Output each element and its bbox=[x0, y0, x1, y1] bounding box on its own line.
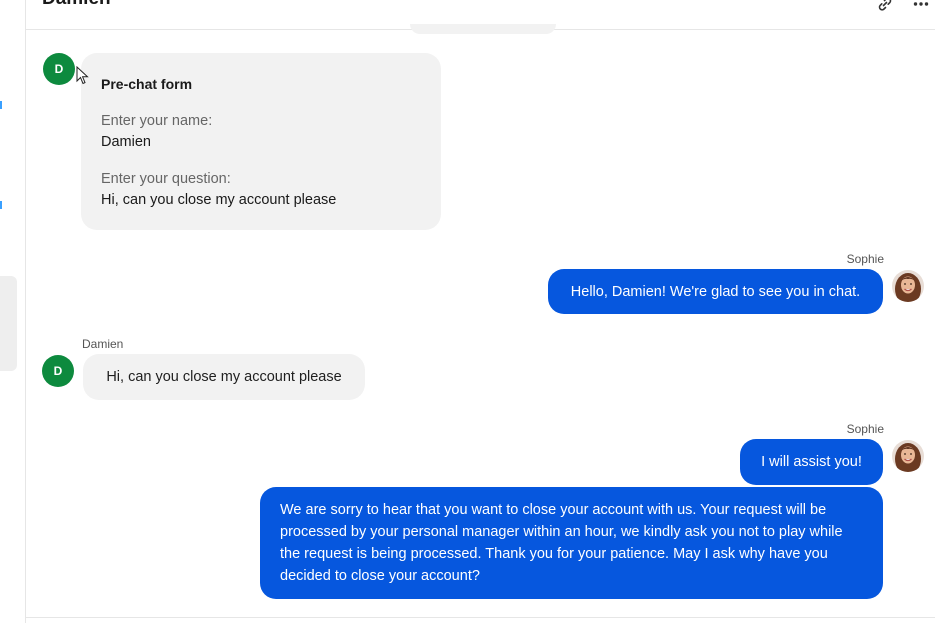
question-value: Hi, can you close my account please bbox=[101, 192, 337, 208]
agent-avatar bbox=[892, 270, 924, 302]
agent-message-bubble: I will assist you! bbox=[740, 439, 883, 485]
avatar-letter: D bbox=[54, 62, 64, 76]
customer-sender-name: Damien bbox=[82, 337, 124, 351]
rail-panel bbox=[0, 276, 17, 371]
agent-sender-name: Sophie bbox=[846, 422, 884, 436]
avatar-letter: D bbox=[53, 364, 63, 378]
more-icon[interactable] bbox=[913, 0, 929, 14]
customer-avatar: D bbox=[42, 355, 74, 387]
previous-message-bubble bbox=[410, 24, 556, 34]
customer-message-bubble: Hi, can you close my account please bbox=[83, 354, 365, 400]
agent-message-text: We are sorry to hear that you want to cl… bbox=[280, 502, 843, 584]
prechat-form-bubble: Pre-chat form Enter your name: Damien En… bbox=[81, 53, 441, 230]
agent-avatar bbox=[892, 440, 924, 472]
customer-avatar: D bbox=[43, 53, 75, 85]
agent-long-message-bubble: We are sorry to hear that you want to cl… bbox=[260, 487, 883, 599]
mouse-cursor-icon bbox=[76, 65, 90, 91]
prechat-form-title: Pre-chat form bbox=[101, 76, 193, 92]
question-label: Enter your question: bbox=[101, 171, 231, 187]
agent-message-text: Hello, Damien! We're glad to see you in … bbox=[570, 283, 861, 300]
rail-indicator bbox=[0, 101, 2, 109]
customer-message-text: Hi, can you close my account please bbox=[106, 369, 342, 385]
header-actions bbox=[875, 0, 929, 14]
agent-message-bubble: Hello, Damien! We're glad to see you in … bbox=[548, 269, 883, 314]
left-rail bbox=[0, 0, 26, 623]
composer-divider bbox=[26, 617, 935, 618]
name-label: Enter your name: bbox=[101, 113, 213, 129]
agent-message-text: I will assist you! bbox=[761, 454, 862, 470]
chat-title: Damien bbox=[42, 0, 111, 10]
name-value: Damien bbox=[101, 134, 151, 150]
rail-indicator bbox=[0, 201, 2, 209]
agent-sender-name: Sophie bbox=[846, 252, 884, 266]
link-icon[interactable] bbox=[875, 0, 895, 14]
